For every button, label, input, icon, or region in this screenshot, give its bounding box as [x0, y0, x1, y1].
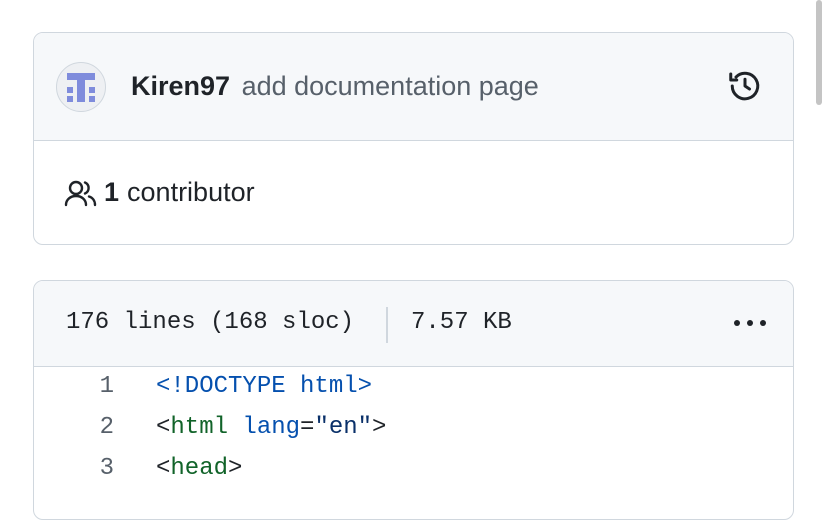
code-view: 1 <!DOCTYPE html> 2 <html lang="en"> 3 <… [34, 368, 793, 491]
commit-message-link[interactable]: add documentation page [242, 71, 539, 101]
history-icon[interactable] [727, 68, 763, 104]
code-punct: > [228, 455, 243, 482]
code-string: "en" [314, 414, 373, 441]
page-scrollbar[interactable] [816, 0, 822, 105]
contributor-label: contributor [127, 177, 255, 207]
file-size: 7.57 KB [411, 309, 512, 336]
commit-card: Kiren97 add documentation page 1 contrib… [33, 32, 794, 245]
code-line: 2 <html lang="en"> [34, 409, 793, 450]
commit-summary: Kiren97 add documentation page [131, 71, 539, 102]
code-punct: < [156, 455, 171, 482]
avatar[interactable] [56, 62, 106, 112]
code-attr: lang [242, 414, 301, 441]
line-number[interactable]: 3 [94, 455, 114, 482]
line-number[interactable]: 1 [94, 373, 114, 400]
code-line: 1 <!DOCTYPE html> [34, 368, 793, 409]
code-content: <html lang="en"> [156, 414, 386, 441]
file-lines-info: 176 lines (168 sloc) [66, 309, 355, 336]
file-info-divider [386, 307, 388, 343]
code-line: 3 <head> [34, 450, 793, 491]
latest-commit-bar: Kiren97 add documentation page [34, 33, 793, 141]
kebab-horizontal-icon[interactable] [731, 313, 769, 333]
code-punct: > [372, 414, 387, 441]
code-tag: html [170, 414, 229, 441]
code-doctype: <!DOCTYPE html> [156, 373, 373, 400]
code-tag: head [170, 455, 229, 482]
code-punct: < [156, 414, 171, 441]
file-viewer: 176 lines (168 sloc) 7.57 KB 1 <!DOCTYPE… [33, 280, 794, 520]
code-content: <head> [156, 455, 242, 482]
people-icon [64, 180, 97, 206]
code-punct: = [300, 414, 315, 441]
file-info-bar: 176 lines (168 sloc) 7.57 KB [34, 281, 793, 367]
contributors-link[interactable]: 1 contributor [64, 177, 255, 208]
line-number[interactable]: 2 [94, 414, 114, 441]
contributor-count: 1 [104, 177, 120, 207]
commit-author-link[interactable]: Kiren97 [131, 71, 230, 101]
